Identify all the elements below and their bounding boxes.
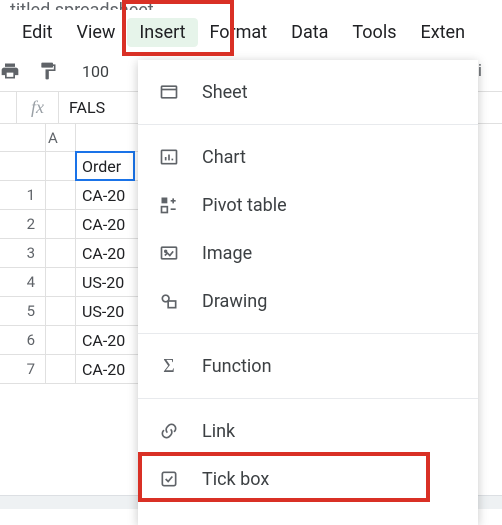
menu-item-label: Sheet <box>202 82 458 103</box>
document-title: titled spreadsheet <box>0 0 502 10</box>
menu-item-tick-box[interactable]: Tick box <box>138 455 478 503</box>
cell[interactable] <box>46 297 76 326</box>
menubar: Edit View Insert Format Data Tools Exten <box>0 10 502 55</box>
image-icon <box>158 242 180 264</box>
zoom-value: 100 <box>82 62 109 81</box>
menu-item-chart[interactable]: Chart <box>138 133 478 181</box>
row-header[interactable]: 3 <box>0 239 46 268</box>
cell[interactable] <box>46 268 76 297</box>
menu-separator <box>138 333 478 334</box>
menu-item-label: Function <box>202 356 458 377</box>
menu-item-function[interactable]: Σ Function <box>138 342 478 390</box>
menu-item-drawing[interactable]: Drawing <box>138 277 478 325</box>
function-icon: Σ <box>158 355 180 377</box>
row-headers: 1 2 3 4 5 6 7 <box>0 124 46 384</box>
col-header-A[interactable]: A <box>46 124 76 152</box>
menu-item-label: Tick box <box>202 469 458 490</box>
cell[interactable] <box>46 239 76 268</box>
insert-menu-dropdown: Sheet Chart Pivot table Image Drawing Σ … <box>138 60 478 525</box>
menu-insert[interactable]: Insert <box>127 18 197 47</box>
zoom-level[interactable]: 100 <box>82 62 109 81</box>
menu-item-link[interactable]: Link <box>138 407 478 455</box>
menu-item-label: Link <box>202 421 458 442</box>
sheet-icon <box>158 81 180 103</box>
menu-edit[interactable]: Edit <box>10 18 64 47</box>
menu-view[interactable]: View <box>64 18 127 47</box>
pivot-table-icon <box>158 194 180 216</box>
menu-separator <box>138 398 478 399</box>
menu-item-sheet[interactable]: Sheet <box>138 68 478 116</box>
menu-tools[interactable]: Tools <box>340 18 408 47</box>
menu-item-label: Pivot table <box>202 195 458 216</box>
link-icon <box>158 420 180 442</box>
row-header[interactable]: 7 <box>0 355 46 384</box>
menu-extensions[interactable]: Exten <box>409 18 478 47</box>
menu-item-image[interactable]: Image <box>138 229 478 277</box>
print-icon[interactable] <box>0 61 20 81</box>
menu-data[interactable]: Data <box>279 18 340 47</box>
paint-format-icon[interactable] <box>38 61 58 81</box>
tick-box-icon <box>158 468 180 490</box>
menu-item-label: Image <box>202 243 458 264</box>
cell[interactable] <box>46 210 76 239</box>
cell[interactable] <box>46 326 76 355</box>
menu-separator <box>138 124 478 125</box>
menu-item-label: Drawing <box>202 291 458 312</box>
row-header[interactable]: 6 <box>0 326 46 355</box>
drawing-icon <box>158 290 180 312</box>
row-header[interactable]: 5 <box>0 297 46 326</box>
row-header[interactable]: 1 <box>0 181 46 210</box>
cell[interactable] <box>46 355 76 384</box>
cell[interactable] <box>46 181 76 210</box>
menu-item-pivot-table[interactable]: Pivot table <box>138 181 478 229</box>
cell[interactable] <box>46 152 76 181</box>
menu-format[interactable]: Format <box>198 18 280 47</box>
menu-item-label: Chart <box>202 147 458 168</box>
chart-icon <box>158 146 180 168</box>
row-header[interactable]: 4 <box>0 268 46 297</box>
column-A: A <box>46 124 76 384</box>
formula-value[interactable]: FALS <box>59 98 115 117</box>
row-header-blank[interactable] <box>0 152 46 181</box>
row-header[interactable]: 2 <box>0 210 46 239</box>
fx-label: fx <box>17 97 58 118</box>
